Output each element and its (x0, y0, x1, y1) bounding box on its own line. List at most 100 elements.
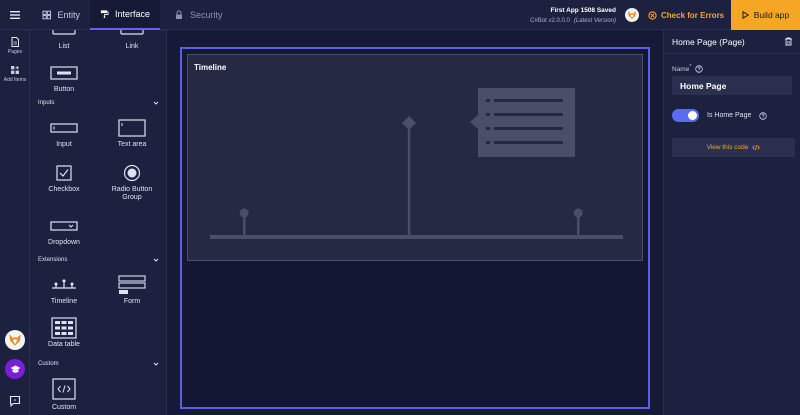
section-custom[interactable]: Custom (30, 358, 166, 370)
component-dropdown-label: Dropdown (48, 239, 80, 246)
page-canvas[interactable]: Timeline (180, 47, 650, 409)
name-label-text: Name* (672, 64, 692, 74)
component-form[interactable]: Form (102, 275, 162, 306)
component-timeline-label: Timeline (50, 298, 78, 305)
left-rail: Pages Add Items (0, 30, 30, 415)
graduation-cap-icon (10, 365, 20, 373)
component-checkbox-label: Checkbox (48, 186, 80, 193)
version-number: C#Bot v2.0.0.0 (530, 18, 570, 24)
is-home-page-toggle[interactable] (672, 109, 699, 122)
component-panel: List Link Button Inputs Input Text area … (30, 30, 167, 415)
version-note: (Latest Version) (573, 18, 616, 24)
component-timeline[interactable]: Timeline (34, 275, 94, 306)
tab-interface-label: Interface (114, 9, 150, 19)
component-radio-group[interactable]: Radio Button Group (102, 163, 162, 202)
view-code-label: View this code (706, 144, 749, 151)
list-icon (52, 30, 76, 35)
code-icon (52, 378, 76, 400)
component-link[interactable]: Link (102, 30, 162, 51)
hamburger-icon (10, 11, 20, 19)
chevron-down-icon (153, 101, 159, 105)
form-icon (118, 275, 146, 294)
component-input[interactable]: Input (34, 118, 94, 149)
delete-icon[interactable] (784, 37, 793, 46)
radio-icon (123, 164, 141, 182)
checkbox-icon (56, 165, 72, 181)
component-data-table[interactable]: Data table (34, 317, 94, 349)
top-bar: Entity Interface Security First App 1508… (0, 0, 800, 30)
help-icon[interactable] (695, 64, 703, 73)
paint-roller-icon (100, 10, 109, 19)
fox-logo-icon (628, 11, 636, 19)
dropdown-icon (50, 221, 78, 231)
component-list-label: List (58, 43, 70, 50)
play-icon (742, 11, 749, 19)
textarea-icon (118, 119, 146, 137)
view-code-button[interactable]: View this code (672, 138, 795, 157)
component-button[interactable]: Button (34, 63, 94, 94)
section-extensions[interactable]: Extensions (30, 254, 166, 266)
timeline-stem-right (577, 215, 580, 236)
timeline-marker-right (573, 208, 583, 218)
app-name: First App 1508 Saved (550, 7, 616, 14)
entity-icon (42, 10, 52, 20)
code-icon (752, 144, 761, 151)
rail-add-items-label: Add Items (3, 77, 27, 83)
timeline-marker-center (402, 116, 416, 130)
is-home-page-row: Is Home Page (672, 109, 768, 122)
component-textarea-label: Text area (117, 141, 147, 148)
component-textarea[interactable]: Text area (102, 118, 162, 149)
add-items-icon (11, 66, 19, 74)
section-inputs[interactable]: Inputs (30, 97, 166, 109)
fox-logo-icon (9, 334, 21, 346)
tab-security[interactable]: Security (164, 0, 236, 30)
input-icon (50, 123, 78, 133)
properties-header: Home Page (Page) (664, 30, 800, 54)
component-input-label: Input (56, 141, 72, 148)
timeline-stem-center (407, 127, 411, 236)
timeline-event-card (478, 88, 575, 157)
section-extensions-label: Extensions (38, 257, 68, 263)
timeline-component[interactable]: Timeline (187, 54, 643, 261)
name-field-label: Name* (672, 64, 703, 73)
tab-security-label: Security (190, 10, 223, 20)
timeline-marker-left (239, 208, 249, 218)
page-name-input[interactable] (672, 76, 792, 95)
timeline-event-pointer (470, 115, 478, 129)
lock-icon (176, 10, 182, 19)
timeline-stem-left (243, 215, 246, 236)
required-mark: * (689, 64, 692, 70)
properties-title: Home Page (Page) (672, 36, 745, 47)
component-dropdown[interactable]: Dropdown (34, 216, 94, 247)
component-radio-group-label: Radio Button Group (111, 186, 153, 201)
component-link-label: Link (125, 43, 139, 50)
check-errors-button[interactable]: Check for Errors (644, 0, 730, 30)
component-checkbox[interactable]: Checkbox (34, 163, 94, 194)
component-custom-label: Custom (51, 404, 77, 411)
chevron-down-icon (153, 258, 159, 262)
link-icon (120, 30, 144, 35)
rail-pages-label: Pages (7, 49, 23, 55)
component-list[interactable]: List (34, 30, 94, 51)
app-info: First App 1508 Saved C#Bot v2.0.0.0 (Late… (530, 5, 616, 27)
component-data-table-label: Data table (48, 341, 80, 348)
education-button[interactable] (5, 359, 25, 379)
tab-entity[interactable]: Entity (32, 0, 90, 30)
help-icon[interactable] (759, 111, 768, 120)
timeline-axis (210, 235, 623, 239)
page-icon (11, 37, 19, 47)
rail-avatar[interactable] (5, 330, 25, 350)
check-errors-label: Check for Errors (661, 10, 725, 20)
build-app-button[interactable]: Build app (731, 0, 800, 30)
user-avatar[interactable] (625, 8, 639, 22)
build-app-label: Build app (753, 10, 790, 20)
menu-button[interactable] (0, 0, 30, 30)
rail-add-items-button[interactable]: Add Items (0, 65, 30, 83)
properties-panel: Home Page (Page) Name* Is Home Page View… (663, 30, 800, 415)
tab-interface[interactable]: Interface (90, 0, 160, 30)
chat-icon[interactable] (9, 395, 21, 407)
section-inputs-label: Inputs (38, 100, 55, 106)
rail-pages-button[interactable]: Pages (0, 37, 30, 55)
data-table-icon (51, 317, 77, 339)
component-custom[interactable]: Custom (34, 377, 94, 412)
